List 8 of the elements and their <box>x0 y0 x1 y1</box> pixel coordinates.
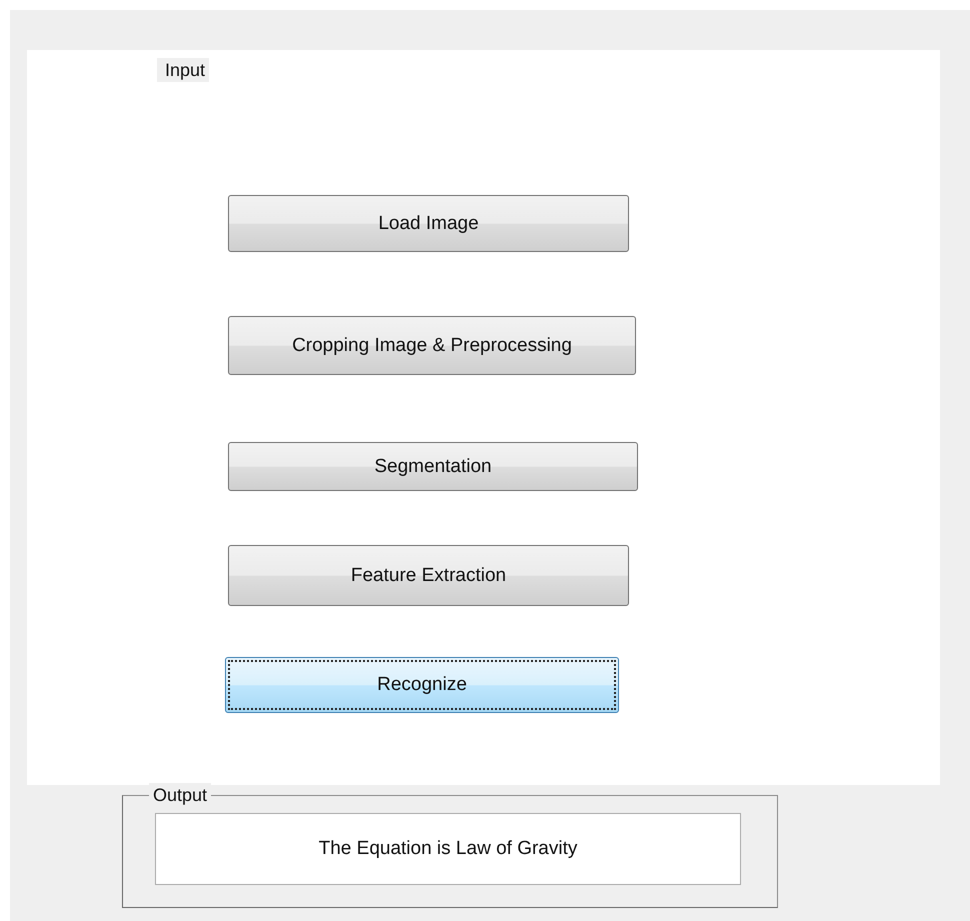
action-button[interactable]: Cropping Image & Preprocessing <box>228 316 636 375</box>
result-field: The Equation is Law of Gravity <box>155 813 741 885</box>
action-button[interactable]: Feature Extraction <box>228 545 629 606</box>
action-button[interactable]: Segmentation <box>228 442 638 491</box>
action-button[interactable]: Recognize <box>225 657 619 713</box>
action-button[interactable]: Load Image <box>228 195 629 252</box>
group-title: Output <box>149 783 212 807</box>
panel-title: Input <box>157 58 210 82</box>
